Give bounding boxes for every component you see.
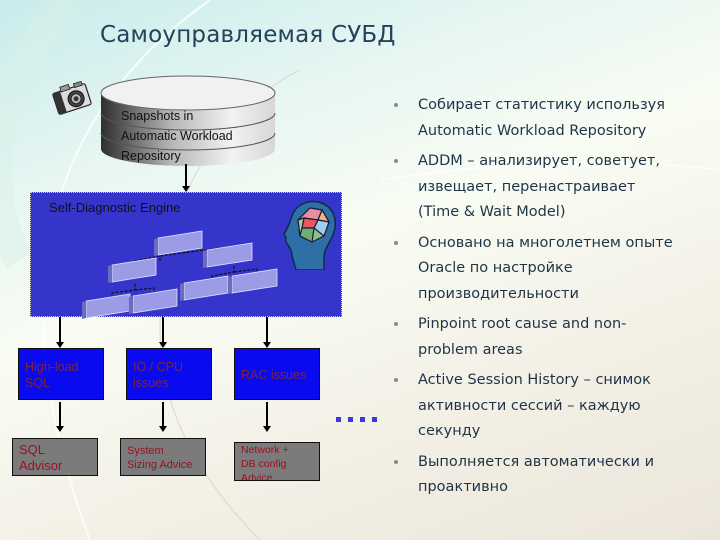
- arrow-down-icon: [263, 426, 271, 432]
- bullet-line: Active Session History – снимок: [418, 372, 651, 388]
- bullet-line: Pinpoint root cause and non-: [418, 316, 627, 332]
- bullet-item: Собирает статистику используя Automatic …: [392, 93, 712, 144]
- bullet-list: Собирает статистику используя Automatic …: [392, 93, 712, 506]
- bullet-line: Основано на многолетнем опыте: [418, 234, 673, 251]
- connector-line: [185, 164, 187, 188]
- ellipsis-dot: [360, 417, 365, 422]
- bullet-dot-icon: [394, 103, 398, 107]
- bullet-line: проактивно: [418, 479, 508, 495]
- org-chart-icon: [82, 230, 278, 319]
- issue-label-line: IO / CPU: [133, 360, 184, 374]
- bullet-line: problem areas: [418, 341, 523, 358]
- advice-box-network-db-config: Network + DB config Advice: [234, 442, 320, 481]
- bullet-item: Active Session History – снимок активнос…: [392, 368, 712, 445]
- bullet-line: активности сессий – каждую: [418, 397, 641, 414]
- issue-box-io-cpu: IO / CPU issues: [126, 348, 212, 400]
- advice-box-sql-advisor: SQL Advisor: [12, 438, 98, 476]
- advice-label-line: Network +: [241, 444, 289, 456]
- bullet-line: ADDM – анализирует, советует,: [418, 153, 660, 169]
- issue-label-line: SQL: [25, 376, 51, 390]
- advice-label-line: System: [127, 445, 164, 457]
- connector-line: [162, 402, 164, 427]
- advice-label-line: Sizing Advice: [127, 459, 193, 471]
- bullet-line: производительности: [418, 285, 579, 302]
- slide-title: Самоуправляемая СУБД: [100, 22, 396, 48]
- engine-label: Self-Diagnostic Engine: [49, 200, 181, 215]
- connector-line: [59, 402, 61, 427]
- connector-line: [266, 402, 268, 427]
- issue-label-line: issues: [133, 376, 169, 390]
- ellipsis-dot: [348, 417, 353, 422]
- bullet-line: Automatic Workload Repository: [418, 122, 647, 139]
- bullet-line: (Time & Wait Model): [418, 204, 566, 220]
- camera-icon: [52, 80, 92, 115]
- connector-line: [59, 317, 61, 343]
- connector-line: [162, 317, 164, 343]
- ellipsis-dot: [372, 417, 377, 422]
- advice-box-system-sizing: System Sizing Advice: [120, 438, 206, 476]
- repository-label: Snapshots in Automatic Workload Reposito…: [121, 106, 233, 166]
- bullet-item: ADDM – анализирует, советует, извещает, …: [392, 149, 712, 226]
- bullet-line: извещает, перенастраивает: [418, 178, 636, 195]
- repository-label-line: Automatic Workload: [121, 129, 233, 143]
- advice-label-line: Advice: [241, 472, 273, 481]
- repository-label-line: Snapshots in: [121, 109, 194, 123]
- ellipsis-dot: [336, 417, 341, 422]
- head-brain-icon: [283, 200, 336, 270]
- bullet-item: Выполняется автоматически и проактивно: [392, 450, 712, 501]
- arrow-down-icon: [159, 426, 167, 432]
- arrow-down-icon: [56, 426, 64, 432]
- bullet-item: Pinpoint root cause and non- problem are…: [392, 312, 712, 363]
- issue-label-line: RAC issues: [241, 368, 307, 382]
- bullet-line: Oracle по настройке: [418, 260, 573, 276]
- advice-label-line: DB config: [241, 458, 287, 470]
- repository-label-line: Repository: [121, 149, 181, 163]
- bullet-dot-icon: [394, 459, 398, 464]
- bullet-line: секунду: [418, 423, 481, 439]
- issue-box-high-load-sql: High-load SQL: [18, 348, 104, 400]
- bullet-item: Основано на многолетнем опыте Oracle по …: [392, 231, 712, 308]
- bullet-dot-icon: [394, 322, 398, 326]
- advice-label-line: Advisor: [19, 458, 63, 473]
- more-issues-dots: [336, 407, 384, 426]
- bullet-line: Выполняется автоматически и: [418, 453, 655, 470]
- issue-label-line: High-load: [25, 360, 79, 374]
- issue-box-rac: RAC issues: [234, 348, 320, 400]
- bullet-dot-icon: [394, 240, 398, 245]
- advice-label-line: SQL: [19, 442, 46, 457]
- slide: Самоуправляемая СУБД Snapshots in Automa…: [0, 0, 720, 540]
- bullet-line: Собирает статистику используя: [418, 97, 665, 113]
- connector-line: [266, 317, 268, 343]
- bullet-dot-icon: [394, 378, 398, 382]
- bullet-dot-icon: [394, 159, 398, 163]
